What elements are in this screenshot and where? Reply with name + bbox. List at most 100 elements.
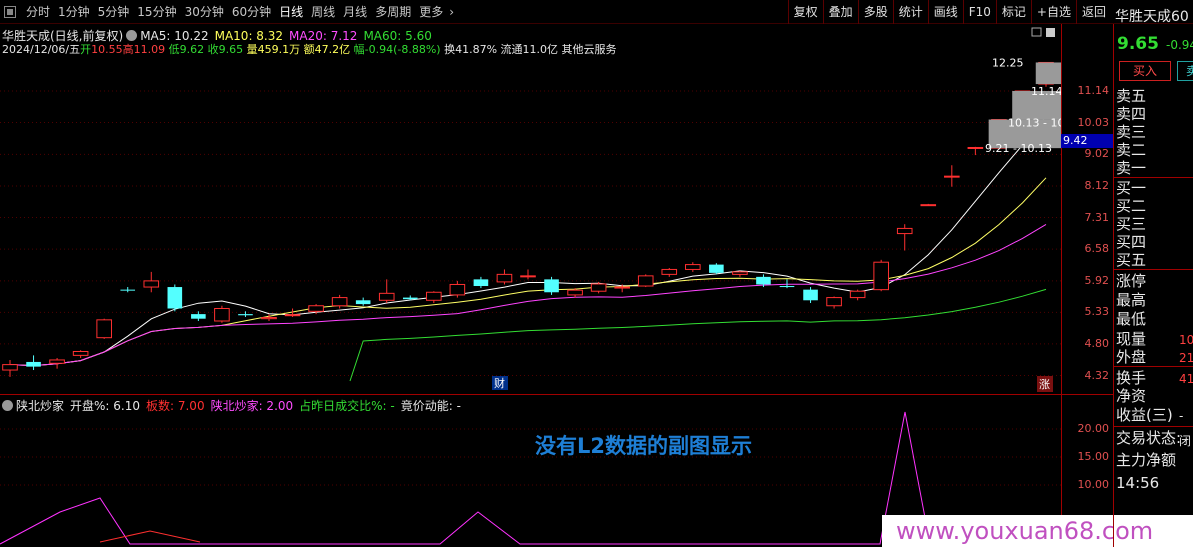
candle-body bbox=[26, 361, 41, 367]
tool-button[interactable]: 叠加 bbox=[822, 0, 858, 24]
timeframe-tab[interactable]: 分时 bbox=[0, 0, 54, 24]
candle-body bbox=[944, 175, 960, 178]
candle[interactable] bbox=[120, 287, 136, 293]
candle[interactable] bbox=[426, 291, 442, 303]
panel-divider bbox=[1114, 366, 1193, 367]
quote-row-value: 10 bbox=[1179, 333, 1193, 347]
candle[interactable] bbox=[590, 281, 607, 294]
candle[interactable] bbox=[661, 267, 678, 277]
candle[interactable] bbox=[896, 224, 913, 251]
candle-body bbox=[803, 289, 818, 301]
candle-body bbox=[449, 283, 466, 296]
candle[interactable] bbox=[143, 271, 160, 293]
timeframe-tab[interactable]: 5分钟 bbox=[94, 0, 134, 24]
tool-button[interactable]: 画线 bbox=[927, 0, 963, 24]
candle-body bbox=[614, 286, 630, 289]
quote-row-label: 交易状态: bbox=[1116, 429, 1182, 447]
candle[interactable] bbox=[72, 350, 89, 358]
timeframe-tab[interactable]: 月线 bbox=[339, 0, 371, 24]
tool-button[interactable]: 返回 bbox=[1075, 0, 1111, 24]
panel-divider bbox=[1114, 269, 1193, 270]
tool-button[interactable]: 统计 bbox=[892, 0, 928, 24]
candle[interactable] bbox=[496, 269, 513, 285]
buy-button[interactable]: 买入 bbox=[1119, 61, 1171, 81]
candle[interactable] bbox=[944, 165, 960, 187]
price-annotation: 9.21 - 10.13 bbox=[985, 142, 1052, 155]
zhang-marker[interactable]: 涨 bbox=[1039, 378, 1050, 391]
candle[interactable] bbox=[637, 274, 654, 288]
candle[interactable] bbox=[2, 359, 18, 377]
timeframe-tab[interactable]: 更多 bbox=[415, 0, 447, 24]
candle-body bbox=[308, 305, 324, 312]
candle[interactable] bbox=[967, 146, 984, 156]
candle-body bbox=[261, 317, 277, 320]
timeframe-tab[interactable]: 1分钟 bbox=[54, 0, 94, 24]
candle[interactable] bbox=[191, 311, 206, 322]
candle[interactable] bbox=[449, 280, 466, 298]
ma20-line bbox=[9, 223, 1047, 367]
timeframe-tab[interactable]: 60分钟 bbox=[228, 0, 275, 24]
candle-body bbox=[920, 204, 937, 207]
timeframe-tab[interactable]: 30分钟 bbox=[181, 0, 228, 24]
timeframe-tab[interactable]: 日线 bbox=[275, 0, 307, 24]
candle[interactable] bbox=[520, 269, 536, 280]
quote-row-label: 卖五 bbox=[1116, 87, 1147, 105]
sell-button[interactable]: 卖 bbox=[1177, 61, 1193, 81]
restore-icon[interactable] bbox=[1031, 27, 1042, 37]
tool-button[interactable]: F10 bbox=[962, 0, 996, 24]
candle[interactable] bbox=[167, 284, 183, 312]
candle[interactable] bbox=[920, 203, 937, 207]
tool-button[interactable]: +自选 bbox=[1030, 0, 1076, 24]
candle-body bbox=[896, 227, 913, 235]
quote-row-label: 外盘 bbox=[1116, 348, 1147, 366]
quote-row-label: 买五 bbox=[1116, 251, 1147, 269]
quote-row-label: 14:56 bbox=[1116, 474, 1160, 492]
candle[interactable] bbox=[732, 270, 748, 277]
timeframe-tab[interactable]: 15分钟 bbox=[133, 0, 180, 24]
tool-button[interactable]: 复权 bbox=[787, 0, 823, 24]
kline-plot[interactable]: 12.25 11.14 10.13 - 10 9.21 - 10.13 财 涨 bbox=[0, 24, 1061, 394]
price-tick-label: 6.58 bbox=[1084, 242, 1110, 256]
candle-body bbox=[96, 319, 112, 339]
price-tick-label: 11.14 bbox=[1077, 83, 1110, 97]
candle[interactable] bbox=[849, 289, 866, 301]
candle[interactable] bbox=[709, 263, 724, 275]
timeframe-tab[interactable]: 多周期 bbox=[371, 0, 415, 24]
quote-row-label: 最低 bbox=[1116, 310, 1147, 328]
candle[interactable] bbox=[803, 287, 818, 303]
candle-body bbox=[49, 359, 65, 364]
candle[interactable] bbox=[378, 279, 395, 303]
candle[interactable] bbox=[214, 305, 230, 323]
candle[interactable] bbox=[873, 259, 889, 292]
quote-row-label: 净资 bbox=[1116, 387, 1147, 405]
candle[interactable] bbox=[473, 276, 489, 289]
candle-body bbox=[544, 279, 559, 293]
ma60-line bbox=[349, 288, 1047, 382]
candle[interactable] bbox=[685, 262, 701, 272]
candle[interactable] bbox=[544, 276, 559, 295]
candle[interactable] bbox=[826, 296, 842, 309]
candle[interactable] bbox=[49, 357, 65, 369]
quote-row-label: 卖一 bbox=[1116, 159, 1147, 177]
price-tick-label: 10.03 bbox=[1077, 115, 1110, 129]
tool-button[interactable]: 标记 bbox=[995, 0, 1031, 24]
candle-body bbox=[473, 279, 489, 287]
quote-row-label: 卖三 bbox=[1116, 123, 1147, 141]
price-tick-label: 8.12 bbox=[1084, 178, 1110, 192]
quote-row-value: 闭 bbox=[1179, 434, 1192, 448]
candle[interactable] bbox=[96, 318, 112, 339]
tool-button[interactable]: 多股 bbox=[857, 0, 893, 24]
candle[interactable] bbox=[355, 297, 371, 306]
maximize-icon[interactable] bbox=[1046, 28, 1055, 37]
candle[interactable] bbox=[26, 355, 41, 371]
timeframe-tab[interactable]: 周线 bbox=[307, 0, 339, 24]
panel-divider bbox=[1114, 177, 1193, 178]
price-axis: 11.14 10.03 9.02 8.12 7.31 6.58 5.92 5.33 4.80 4.… bbox=[1061, 24, 1113, 394]
fin-marker[interactable]: 财 bbox=[494, 376, 505, 390]
price-tick-label: 4.80 bbox=[1084, 336, 1110, 350]
chevron-right-icon[interactable]: › bbox=[445, 0, 458, 24]
candle-body bbox=[520, 275, 536, 278]
candle-body bbox=[284, 314, 301, 317]
price-tick-label: 5.33 bbox=[1084, 305, 1110, 319]
candle-body bbox=[826, 297, 842, 307]
